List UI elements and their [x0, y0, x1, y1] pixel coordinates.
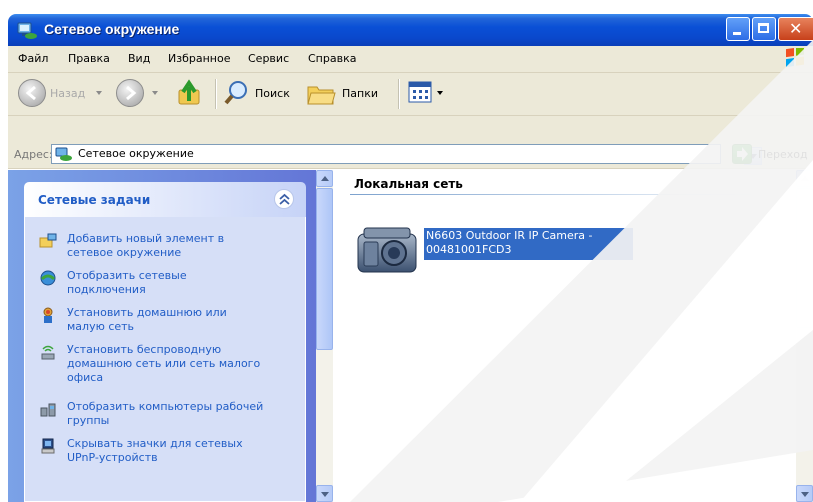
double-chevron-up-icon [279, 193, 290, 205]
close-button[interactable]: ✕ [778, 17, 813, 41]
task-home-network[interactable]: Установить домашнюю или малую сеть [39, 306, 299, 336]
search-button[interactable]: Поиск [223, 79, 303, 109]
toolbar-separator [215, 79, 217, 109]
task-wireless-network[interactable]: Установить беспроводную домашнюю сеть ил… [39, 343, 299, 387]
forward-arrow-icon [116, 79, 144, 107]
folders-icon [307, 86, 336, 105]
network-places-icon [55, 147, 72, 161]
collapse-button[interactable] [274, 189, 294, 209]
scroll-up-button[interactable] [316, 170, 333, 187]
menu-favorites[interactable]: Избранное [168, 52, 230, 65]
arrow-up-icon [321, 176, 329, 181]
task-hide-upnp-label: Скрывать значки для сетевых UPnP-устройс… [67, 437, 243, 464]
go-label[interactable]: Переход [758, 148, 808, 161]
add-network-place-icon [39, 233, 57, 248]
up-folder-icon [178, 79, 200, 105]
network-device-item[interactable]: N6603 Outdoor IR IP Camera - 00481001FCD… [354, 220, 644, 276]
menu-help[interactable]: Справка [308, 52, 356, 65]
forward-dropdown-icon[interactable] [152, 91, 158, 95]
toolbar: Назад Поиск Папки [8, 73, 813, 116]
network-device-label: N6603 Outdoor IR IP Camera - 00481001FCD… [424, 228, 633, 260]
group-title: Локальная сеть [354, 177, 463, 191]
menu-tools[interactable]: Сервис [248, 52, 289, 65]
back-label: Назад [50, 87, 86, 100]
network-tasks-panel: Сетевые задачи Добавить новый элемент в … [24, 182, 306, 502]
camera-device-icon [357, 227, 417, 273]
scroll-thumb[interactable] [316, 188, 333, 350]
minimize-button[interactable] [726, 17, 750, 41]
search-label: Поиск [255, 87, 290, 100]
network-device-name: N6603 Outdoor IR IP Camera - [426, 229, 593, 242]
task-network-connections[interactable]: Отобразить сетевые подключения [39, 269, 299, 299]
file-view: Локальная сеть N6603 Outdoor IR IP Camer… [340, 170, 795, 502]
network-tasks-list: Добавить новый элемент в сетевое окружен… [24, 217, 306, 502]
network-device-id: 00481001FCD3 [426, 243, 512, 256]
maximize-button[interactable] [752, 17, 776, 41]
windows-logo-icon [786, 48, 804, 68]
explorer-window: Сетевое окружение ✕ Файл Правка Вид Избр… [0, 0, 813, 502]
task-workgroup-computers[interactable]: Отобразить компьютеры рабочей группы [39, 400, 299, 430]
scroll-down-button[interactable] [316, 485, 333, 502]
up-folder-button[interactable] [176, 79, 206, 109]
task-wireless-network-label: Установить беспроводную домашнюю сеть ил… [67, 343, 261, 384]
task-add-network-place-label: Добавить новый элемент в сетевое окружен… [67, 232, 225, 259]
close-icon: ✕ [789, 19, 803, 38]
menu-bar: Файл Правка Вид Избранное Сервис Справка [8, 46, 813, 73]
scroll-up-button[interactable] [796, 170, 813, 187]
task-workgroup-computers-label: Отобразить компьютеры рабочей группы [67, 400, 264, 427]
network-tasks-header[interactable]: Сетевые задачи [24, 182, 306, 217]
task-home-network-label: Установить домашнюю или малую сеть [67, 306, 227, 333]
toolbar-spacer [8, 116, 813, 142]
upnp-device-icon [41, 438, 55, 454]
wireless-network-icon [41, 345, 55, 360]
views-icon [408, 81, 432, 103]
toolbar-separator [398, 79, 400, 109]
back-dropdown-icon[interactable] [96, 91, 102, 95]
back-button[interactable]: Назад [18, 79, 108, 109]
arrow-down-icon [801, 492, 809, 497]
network-connections-icon [40, 270, 56, 286]
go-button[interactable] [732, 144, 752, 164]
title-bar[interactable]: Сетевое окружение ✕ [8, 14, 813, 46]
task-network-connections-label: Отобразить сетевые подключения [67, 269, 187, 296]
back-arrow-icon [18, 79, 46, 107]
go-arrow-icon [737, 147, 748, 161]
group-divider [350, 194, 790, 195]
task-pane-scrollbar[interactable] [316, 170, 333, 502]
task-add-network-place[interactable]: Добавить новый элемент в сетевое окружен… [39, 232, 299, 262]
arrow-down-icon [321, 492, 329, 497]
network-places-icon [17, 22, 37, 39]
search-icon [224, 81, 247, 105]
workgroup-icon [40, 403, 56, 417]
forward-button[interactable] [116, 79, 166, 109]
menu-view[interactable]: Вид [128, 52, 150, 65]
file-view-scrollbar[interactable] [796, 170, 813, 502]
address-bar: Адрес: Сетевое окружение Переход [8, 142, 813, 169]
minimize-icon [733, 32, 741, 35]
address-label: Адрес: [14, 148, 53, 161]
maximize-icon [758, 23, 769, 33]
arrow-up-icon [801, 176, 809, 181]
folders-button[interactable]: Папки [306, 79, 391, 109]
address-value: Сетевое окружение [78, 147, 194, 160]
task-hide-upnp[interactable]: Скрывать значки для сетевых UPnP-устройс… [39, 437, 299, 467]
menu-edit[interactable]: Правка [68, 52, 110, 65]
network-tasks-title: Сетевые задачи [38, 193, 151, 207]
address-field[interactable]: Сетевое окружение [51, 144, 762, 165]
folders-label: Папки [342, 87, 378, 100]
scroll-down-button[interactable] [796, 485, 813, 502]
home-network-icon [43, 307, 53, 323]
window-title: Сетевое окружение [44, 21, 180, 37]
views-dropdown-icon[interactable] [437, 91, 443, 95]
scroll-thumb[interactable] [796, 188, 813, 328]
views-button[interactable] [408, 79, 448, 109]
menu-file[interactable]: Файл [18, 52, 48, 65]
